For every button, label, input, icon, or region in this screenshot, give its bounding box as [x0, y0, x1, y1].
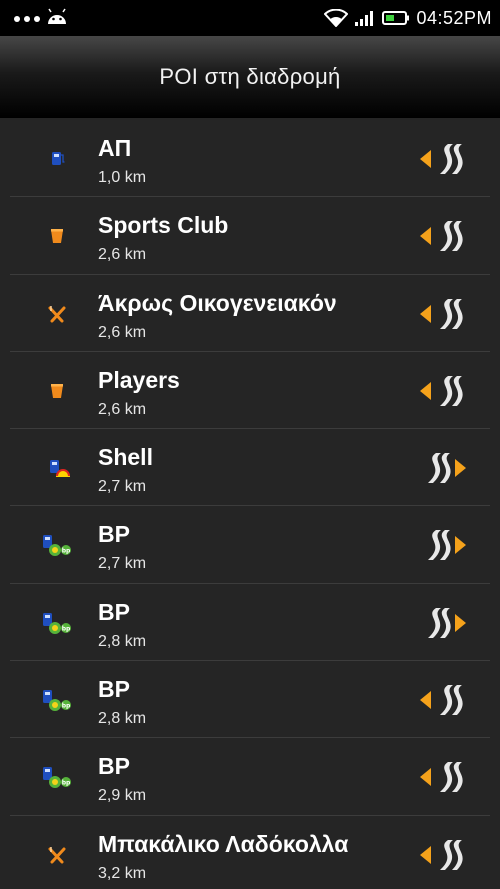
poi-distance: 2,6 km: [98, 246, 147, 264]
road-right-side-icon: [420, 451, 466, 485]
status-bar: 04:52PM: [0, 0, 500, 36]
road-left-side-icon: [420, 142, 466, 176]
drink-cup-icon: [38, 378, 76, 404]
poi-list: ΑΠ 1,0 km Sports Club 2,6 km Άκρως Οικογενει…: [0, 120, 500, 889]
poi-name: BP: [98, 598, 130, 625]
poi-distance: 2,6 km: [98, 323, 147, 341]
poi-name: Μπακάλικο Λαδόκολλα: [98, 830, 349, 857]
poi-distance: 3,2 km: [98, 864, 147, 882]
bp-station-icon: bp: [38, 764, 76, 790]
restaurant-cutlery-icon: [38, 301, 76, 327]
road-left-side-icon: [420, 297, 466, 331]
signal-icon: [355, 11, 374, 26]
poi-name: Players: [98, 366, 180, 393]
shell-station-icon: [38, 455, 76, 481]
poi-list-item[interactable]: bp BP 2,7 km: [0, 506, 500, 585]
page-title: POI στη διαδρομή: [159, 64, 341, 89]
fuel-pump-icon: [38, 146, 76, 172]
svg-text:bp: bp: [62, 548, 71, 555]
android-icon: [48, 8, 66, 24]
poi-list-item[interactable]: Μπακάλικο Λαδόκολλα 3,2 km: [0, 816, 500, 889]
poi-distance: 2,7 km: [98, 555, 147, 573]
bp-station-icon: bp: [38, 532, 76, 558]
poi-distance: 2,6 km: [98, 400, 147, 418]
drink-cup-icon: [38, 223, 76, 249]
poi-list-item[interactable]: ΑΠ 1,0 km: [0, 120, 500, 198]
road-right-side-icon: [420, 606, 466, 640]
poi-list-item[interactable]: bp BP 2,8 km: [0, 584, 500, 662]
poi-list-item[interactable]: Shell 2,7 km: [0, 429, 500, 507]
poi-name: BP: [98, 676, 130, 703]
road-right-side-icon: [420, 528, 466, 562]
poi-list-item[interactable]: Sports Club 2,6 km: [0, 197, 500, 275]
bp-station-icon: bp: [38, 610, 76, 636]
poi-distance: 2,8 km: [98, 632, 147, 650]
poi-list-item[interactable]: bp BP 2,8 km: [0, 661, 500, 739]
title-bar: POI στη διαδρομή: [0, 36, 500, 118]
poi-name: ΑΠ: [98, 135, 132, 161]
road-left-side-icon: [420, 219, 466, 253]
poi-distance: 2,7 km: [98, 478, 147, 496]
svg-text:bp: bp: [62, 625, 71, 632]
road-left-side-icon: [420, 838, 466, 872]
more-dots-icon: [14, 16, 40, 22]
poi-name: BP: [98, 521, 130, 548]
poi-list-item[interactable]: bp BP 2,9 km: [0, 738, 500, 816]
road-left-side-icon: [420, 760, 466, 794]
svg-text:bp: bp: [62, 703, 71, 710]
road-left-side-icon: [420, 374, 466, 408]
poi-list-item[interactable]: Players 2,6 km: [0, 352, 500, 430]
svg-text:bp: bp: [62, 780, 71, 787]
poi-name: Άκρως Οικογενειακόν: [98, 289, 337, 316]
poi-name: Shell: [98, 444, 153, 471]
poi-list-item[interactable]: Άκρως Οικογενειακόν 2,6 km: [0, 275, 500, 353]
poi-distance: 2,9 km: [98, 787, 147, 805]
battery-icon: [382, 11, 410, 25]
poi-distance: 1,0 km: [98, 169, 147, 186]
clock: 04:52PM: [416, 7, 492, 28]
bp-station-icon: bp: [38, 687, 76, 713]
poi-name: BP: [98, 753, 130, 780]
restaurant-cutlery-icon: [38, 842, 76, 868]
road-left-side-icon: [420, 683, 466, 717]
poi-name: Sports Club: [98, 212, 229, 239]
poi-distance: 2,8 km: [98, 710, 147, 728]
wifi-icon: [324, 9, 349, 27]
